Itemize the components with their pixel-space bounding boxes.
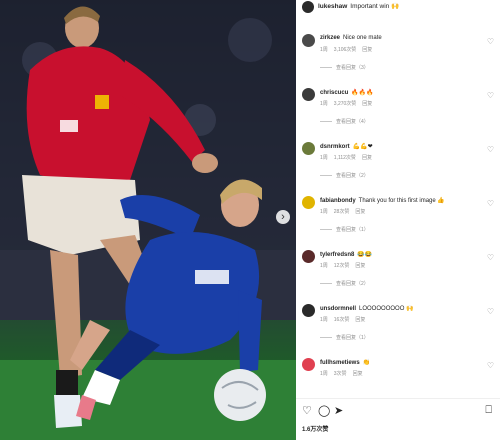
author-avatar[interactable] xyxy=(302,1,314,13)
comment-meta: 1周 3次赞 回复 xyxy=(320,370,369,377)
comment-item: chriscucu 🔥🔥🔥 1周 3,270次赞 回复 查看回复（4） ♡ xyxy=(296,82,500,136)
comment-text-line: tylerfredsn8 😂😂 xyxy=(320,251,372,258)
comment-text: Nice one mate xyxy=(343,35,382,41)
comment-text: 👏 xyxy=(362,360,371,366)
comment-like-count[interactable]: 1,112次赞 xyxy=(334,155,356,161)
comment-time: 1周 xyxy=(320,317,328,323)
comment-time: 1周 xyxy=(320,371,328,377)
comment-item: dsnrmkort 💪💪❤ 1周 1,112次赞 回复 查看回复（2） ♡ xyxy=(296,136,500,190)
likes-count: 1.6万次赞 xyxy=(302,427,329,433)
comment-meta: 1周 1,112次赞 回复 xyxy=(320,154,378,161)
comment-like-heart-icon[interactable]: ♡ xyxy=(487,307,494,316)
comments-panel: lukeshaw Important win 🙌 zirkzee Nice one … xyxy=(296,0,500,440)
heart-outline-icon[interactable]: ♡ xyxy=(302,404,312,417)
reply-button[interactable]: 回复 xyxy=(362,47,372,53)
comment-meta: 1周 16次赞 回复 xyxy=(320,316,371,323)
carousel-next-icon[interactable]: › xyxy=(276,210,290,224)
view-replies-button[interactable]: 查看回复（2） xyxy=(320,172,369,179)
football-match-illustration xyxy=(0,0,296,440)
instagram-post-view: › lukeshaw Important win 🙌 zirkzee Nice on… xyxy=(0,0,500,440)
commenter-username[interactable]: chriscucu xyxy=(320,90,348,96)
commenter-username[interactable]: fabianbondy xyxy=(320,198,356,204)
comment-text: 😂😂 xyxy=(357,252,373,258)
comment-text-line: fullhsmetiews 👏 xyxy=(320,359,370,366)
comment-item: fabianbondy Thank you for this first imag… xyxy=(296,190,500,244)
comment-like-count[interactable]: 28次赞 xyxy=(334,209,350,215)
bookmark-icon[interactable]: ⎕ xyxy=(485,404,492,417)
post-caption-row: lukeshaw Important win 🙌 xyxy=(296,0,500,18)
comment-like-heart-icon[interactable]: ♡ xyxy=(487,253,494,262)
comment-like-heart-icon[interactable]: ♡ xyxy=(487,361,494,370)
reply-button[interactable]: 回复 xyxy=(353,371,363,377)
reply-button[interactable]: 回复 xyxy=(362,101,372,107)
commenter-avatar[interactable] xyxy=(302,142,315,155)
comment-text: 🔥🔥🔥 xyxy=(351,90,374,96)
comment-like-count[interactable]: 16次赞 xyxy=(334,317,350,323)
post-caption: lukeshaw Important win 🙌 xyxy=(318,2,399,10)
commenter-username[interactable]: tylerfredsn8 xyxy=(320,252,354,258)
comment-like-heart-icon[interactable]: ♡ xyxy=(487,37,494,46)
comment-text-line: unsdormnell LOOOOOOOOO 🙌 xyxy=(320,305,414,312)
comment-text: LOOOOOOOOO 🙌 xyxy=(359,306,414,312)
comment-bubble-icon[interactable]: ◯ xyxy=(318,404,330,417)
comment-time: 1周 xyxy=(320,47,328,53)
post-action-bar: ♡ ◯ ➤ ⎕ xyxy=(296,398,500,421)
commenter-avatar[interactable] xyxy=(302,358,315,371)
comment-meta: 1周 28次赞 回复 xyxy=(320,208,371,215)
commenter-avatar[interactable] xyxy=(302,250,315,263)
comment-like-count[interactable]: 3次赞 xyxy=(334,371,347,377)
comment-time: 1周 xyxy=(320,209,328,215)
commenter-username[interactable]: fullhsmetiews xyxy=(320,360,360,366)
comment-text-line: dsnrmkort 💪💪❤ xyxy=(320,143,373,150)
view-replies-button[interactable]: 查看回复（4） xyxy=(320,118,369,125)
comment-text: Thank you for this first image 👍 xyxy=(358,198,445,204)
comment-like-heart-icon[interactable]: ♡ xyxy=(487,145,494,154)
comment-text: 💪💪❤ xyxy=(352,144,373,150)
comment-text-line: fabianbondy Thank you for this first imag… xyxy=(320,197,445,204)
commenter-username[interactable]: dsnrmkort xyxy=(320,144,350,150)
reply-button[interactable]: 回复 xyxy=(355,263,365,269)
view-replies-button[interactable]: 查看回复（1） xyxy=(320,334,369,341)
reply-button[interactable]: 回复 xyxy=(355,209,365,215)
comment-text-line: zirkzee Nice one mate xyxy=(320,35,382,41)
comment-like-count[interactable]: 3,270次赞 xyxy=(334,101,357,107)
commenter-avatar[interactable] xyxy=(302,88,315,101)
comment-meta: 1周 3,270次赞 回复 xyxy=(320,100,378,107)
comment-time: 1周 xyxy=(320,263,328,269)
commenter-username[interactable]: unsdormnell xyxy=(320,306,356,312)
comment-like-heart-icon[interactable]: ♡ xyxy=(487,199,494,208)
comment-like-count[interactable]: 3,106次赞 xyxy=(334,47,357,53)
view-replies-button[interactable]: 查看回复（1） xyxy=(320,226,369,233)
comment-time: 1周 xyxy=(320,101,328,107)
comment-like-heart-icon[interactable]: ♡ xyxy=(487,91,494,100)
comment-meta: 1周 3,106次赞 回复 xyxy=(320,46,378,53)
paper-plane-icon[interactable]: ➤ xyxy=(334,404,343,417)
comment-item: zirkzee Nice one mate 1周 3,106次赞 回复 查看回复（3）… xyxy=(296,28,500,82)
comment-list: zirkzee Nice one mate 1周 3,106次赞 回复 查看回复（3）… xyxy=(296,28,500,406)
reply-button[interactable]: 回复 xyxy=(355,317,365,323)
comment-text-line: chriscucu 🔥🔥🔥 xyxy=(320,89,374,96)
commenter-username[interactable]: zirkzee xyxy=(320,35,340,41)
post-photo[interactable]: › xyxy=(0,0,296,440)
comment-like-count[interactable]: 12次赞 xyxy=(334,263,350,269)
view-replies-button[interactable]: 查看回复（3） xyxy=(320,64,369,71)
commenter-avatar[interactable] xyxy=(302,196,315,209)
comment-item: unsdormnell LOOOOOOOOO 🙌 1周 16次赞 回复 查看回复（1）… xyxy=(296,298,500,352)
caption-text: Important win 🙌 xyxy=(350,3,400,10)
author-username[interactable]: lukeshaw xyxy=(318,3,347,10)
commenter-avatar[interactable] xyxy=(302,304,315,317)
comment-meta: 1周 12次赞 回复 xyxy=(320,262,371,269)
comment-time: 1周 xyxy=(320,155,328,161)
football xyxy=(214,369,266,421)
commenter-avatar[interactable] xyxy=(302,34,315,47)
reply-button[interactable]: 回复 xyxy=(362,155,372,161)
likes-summary[interactable]: 1.6万次赞 xyxy=(302,424,328,433)
view-replies-button[interactable]: 查看回复（2） xyxy=(320,280,369,287)
comment-item: tylerfredsn8 😂😂 1周 12次赞 回复 查看回复（2） ♡ xyxy=(296,244,500,298)
